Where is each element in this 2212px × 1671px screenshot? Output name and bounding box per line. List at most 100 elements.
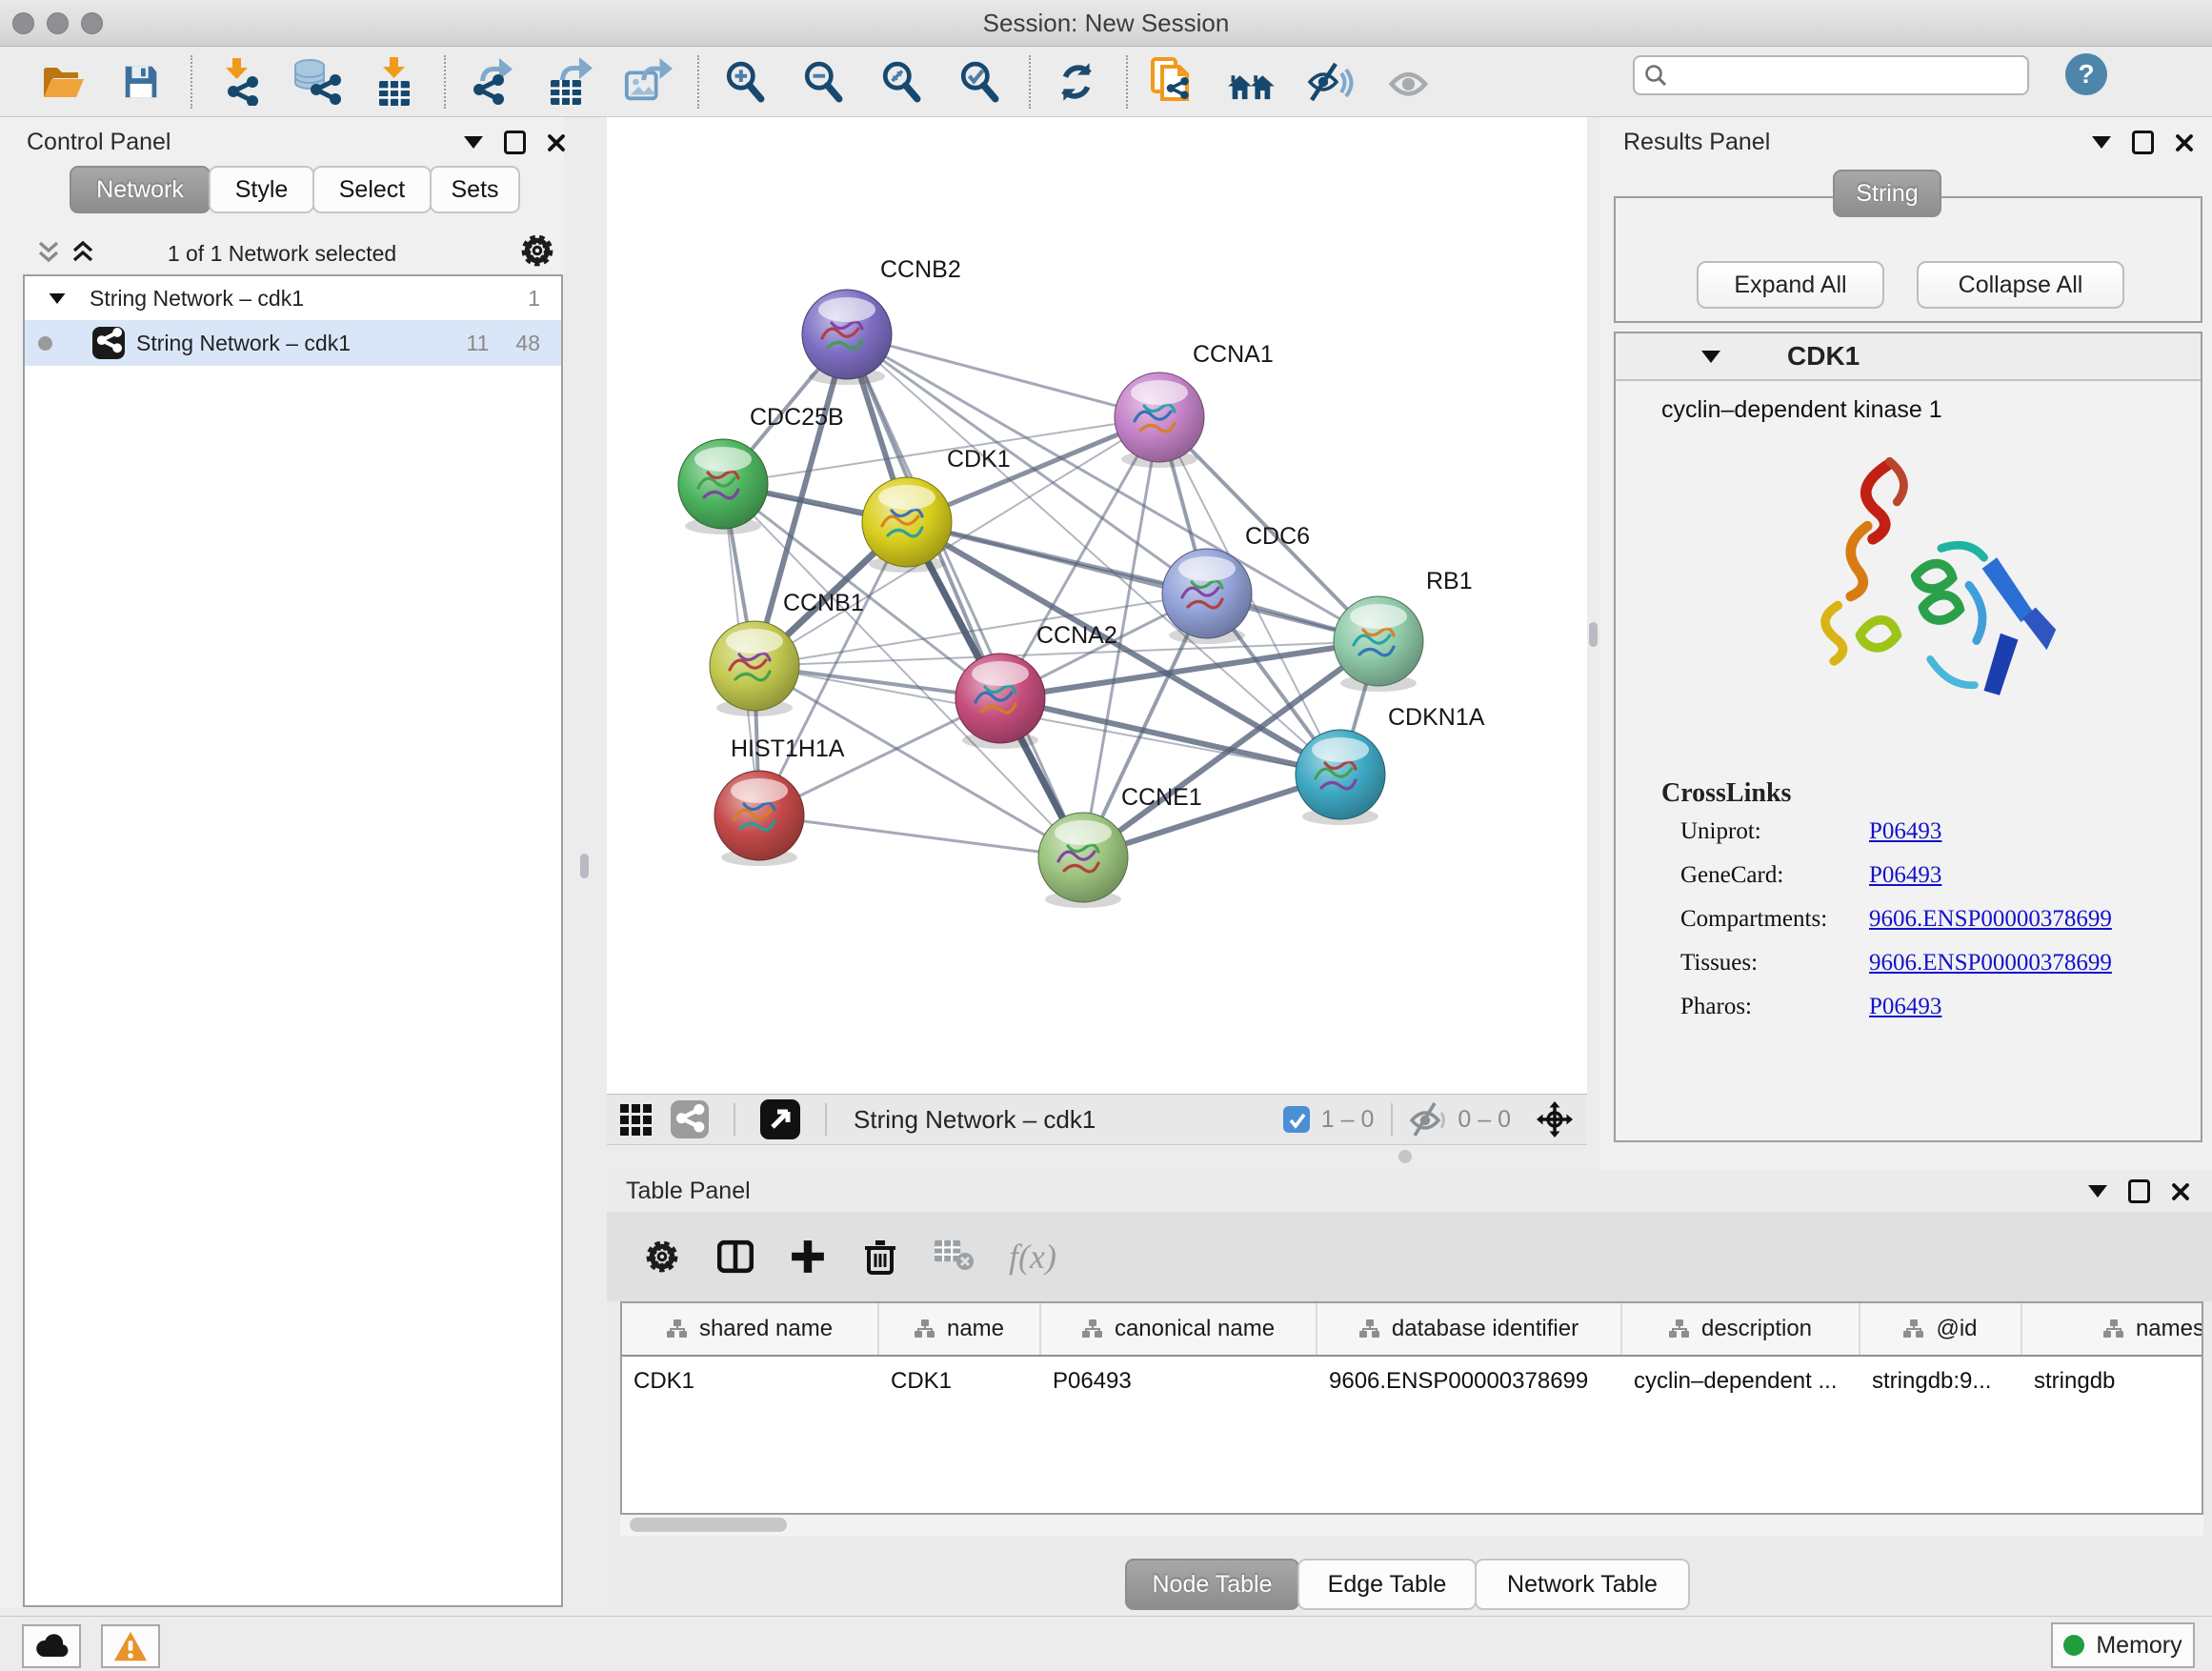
column-header[interactable]: database identifier <box>1317 1303 1622 1355</box>
network-node-label: CDC6 <box>1245 523 1310 550</box>
pan-crosshair-icon[interactable] <box>1536 1100 1574 1138</box>
crosslink-tissues-link[interactable]: 9606.ENSP00000378699 <box>1869 950 2201 976</box>
network-node-label: CCNA2 <box>1036 622 1117 649</box>
network-canvas[interactable]: CCNB2CCNA1CDC25BCDK1CDC6RB1CCNB1CCNA2CDK… <box>607 117 1587 1094</box>
search-input[interactable] <box>1675 61 2027 90</box>
network-node-CCNE1[interactable]: CCNE1 <box>1038 784 1202 908</box>
column-header[interactable]: name <box>879 1303 1041 1355</box>
gene-section-header[interactable]: CDK1 <box>1616 333 2201 381</box>
hscrollbar-thumb[interactable] <box>630 1518 787 1532</box>
collapse-all-button[interactable]: Collapse All <box>1917 261 2124 309</box>
import-table-button[interactable] <box>370 57 419 107</box>
cell-name[interactable]: CDK1 <box>879 1357 1041 1406</box>
float-panel-menu-icon[interactable] <box>2092 136 2111 149</box>
crosslink-pharos-link[interactable]: P06493 <box>1869 994 2201 1020</box>
tab-network-table[interactable]: Network Table <box>1475 1559 1690 1610</box>
edge-count: 48 <box>515 331 540 356</box>
close-panel-icon[interactable] <box>2175 133 2194 152</box>
tab-sets[interactable]: Sets <box>430 166 520 213</box>
network-node-CDK1[interactable]: CDK1 <box>862 446 1011 573</box>
delete-column-trash-icon[interactable] <box>862 1238 898 1276</box>
export-image-button[interactable] <box>623 57 673 107</box>
column-header[interactable]: description <box>1622 1303 1860 1355</box>
table-hscrollbar[interactable] <box>620 1515 2203 1536</box>
table-row[interactable]: CDK1 CDK1 P06493 9606.ENSP00000378699 cy… <box>622 1357 2203 1406</box>
home-networks-button[interactable] <box>1227 57 1277 107</box>
float-panel-icon[interactable] <box>2132 131 2154 154</box>
export-network-button[interactable] <box>467 57 516 107</box>
float-panel-icon[interactable] <box>2128 1179 2150 1203</box>
zoom-fit-button[interactable] <box>876 57 926 107</box>
help-button[interactable]: ? <box>2065 53 2107 95</box>
column-header[interactable]: shared name <box>622 1303 879 1355</box>
copy-network-style-button[interactable] <box>1149 57 1198 107</box>
search-field[interactable] <box>1633 55 2029 95</box>
crosslink-uniprot-link[interactable]: P06493 <box>1869 818 2201 845</box>
network-options-gear-icon[interactable] <box>520 233 554 268</box>
delete-table-icon <box>935 1240 975 1273</box>
float-panel-menu-icon[interactable] <box>464 136 483 149</box>
network-tree: String Network – cdk1 1 String Network –… <box>23 274 563 1607</box>
right-divider-handle[interactable] <box>1589 622 1598 647</box>
tab-string[interactable]: String <box>1833 170 1941 217</box>
table-settings-gear-icon[interactable] <box>645 1239 679 1274</box>
network-tree-row-selected[interactable]: String Network – cdk1 11 48 <box>25 320 561 366</box>
tree-collapse-icon[interactable] <box>50 292 66 303</box>
left-divider-handle[interactable] <box>580 854 589 878</box>
network-node-CCNA1[interactable]: CCNA1 <box>1115 341 1274 468</box>
crosslink-compartments-link[interactable]: 9606.ENSP00000378699 <box>1869 906 2201 933</box>
tab-network[interactable]: Network <box>70 166 211 213</box>
open-in-window-icon[interactable] <box>760 1099 800 1139</box>
collapse-gene-icon[interactable] <box>1701 351 1720 363</box>
cell-id[interactable]: stringdb:9... <box>1860 1357 2022 1406</box>
import-network-button[interactable] <box>213 57 263 107</box>
tab-edge-table[interactable]: Edge Table <box>1297 1559 1477 1610</box>
cell-description[interactable]: cyclin–dependent ... <box>1622 1357 1860 1406</box>
memory-button[interactable]: Memory <box>2051 1622 2195 1668</box>
create-column-plus-icon[interactable] <box>790 1238 826 1275</box>
show-columns-icon[interactable] <box>717 1239 754 1274</box>
network-node-HIST1H1A[interactable]: HIST1H1A <box>714 735 845 866</box>
zoom-in-button[interactable] <box>720 57 770 107</box>
tab-select[interactable]: Select <box>312 166 432 213</box>
network-share-badge-icon[interactable] <box>671 1100 709 1138</box>
network-node-RB1[interactable]: RB1 <box>1334 568 1473 692</box>
cell-namespace[interactable]: stringdb <box>2022 1357 2203 1406</box>
open-session-button[interactable] <box>38 57 88 107</box>
warnings-button[interactable] <box>101 1624 160 1668</box>
close-panel-icon[interactable] <box>2171 1182 2190 1201</box>
expand-all-button[interactable]: Expand All <box>1697 261 1884 309</box>
selected-nodes-checkbox-icon[interactable] <box>1283 1106 1310 1133</box>
import-network-from-database-button[interactable] <box>292 57 341 107</box>
gene-results-box: CDK1 cyclin–dependent kinase 1 <box>1614 332 2202 1142</box>
column-header[interactable]: canonical name <box>1041 1303 1317 1355</box>
cell-shared-name[interactable]: CDK1 <box>622 1357 879 1406</box>
crosslinks-title: CrossLinks <box>1661 778 2201 809</box>
column-header[interactable]: @id <box>1860 1303 2022 1355</box>
apply-layout-refresh-button[interactable] <box>1052 57 1101 107</box>
cell-database-identifier[interactable]: 9606.ENSP00000378699 <box>1317 1357 1622 1406</box>
network-node-CDC6[interactable]: CDC6 <box>1162 523 1310 644</box>
float-panel-menu-icon[interactable] <box>2088 1185 2107 1198</box>
network-view-toolbar: String Network – cdk1 1 – 0 0 – 0 <box>607 1094 1587 1145</box>
tab-style[interactable]: Style <box>209 166 314 213</box>
network-node-CDKN1A[interactable]: CDKN1A <box>1296 704 1485 825</box>
float-panel-icon[interactable] <box>504 131 526 154</box>
cloud-services-button[interactable] <box>22 1624 81 1668</box>
network-node-label: CCNB1 <box>783 590 864 616</box>
birdseye-grid-icon[interactable] <box>620 1104 652 1136</box>
network-edge-CCNB2-CCNE1[interactable] <box>847 334 1083 857</box>
close-panel-icon[interactable] <box>547 133 566 152</box>
zoom-out-button[interactable] <box>798 57 848 107</box>
network-edge-HIST1H1A-CCNE1[interactable] <box>759 815 1083 857</box>
splitter-dot[interactable] <box>1398 1150 1412 1163</box>
zoom-selected-button[interactable] <box>955 57 1004 107</box>
crosslink-genecard-link[interactable]: P06493 <box>1869 862 2201 889</box>
column-header[interactable]: namespace <box>2022 1303 2203 1355</box>
export-table-button[interactable] <box>545 57 594 107</box>
hide-selected-eye-slash-icon[interactable] <box>1305 57 1355 107</box>
tab-node-table[interactable]: Node Table <box>1125 1559 1299 1610</box>
network-tree-root-row[interactable]: String Network – cdk1 1 <box>25 276 561 320</box>
cell-canonical-name[interactable]: P06493 <box>1041 1357 1317 1406</box>
save-session-button[interactable] <box>116 57 166 107</box>
